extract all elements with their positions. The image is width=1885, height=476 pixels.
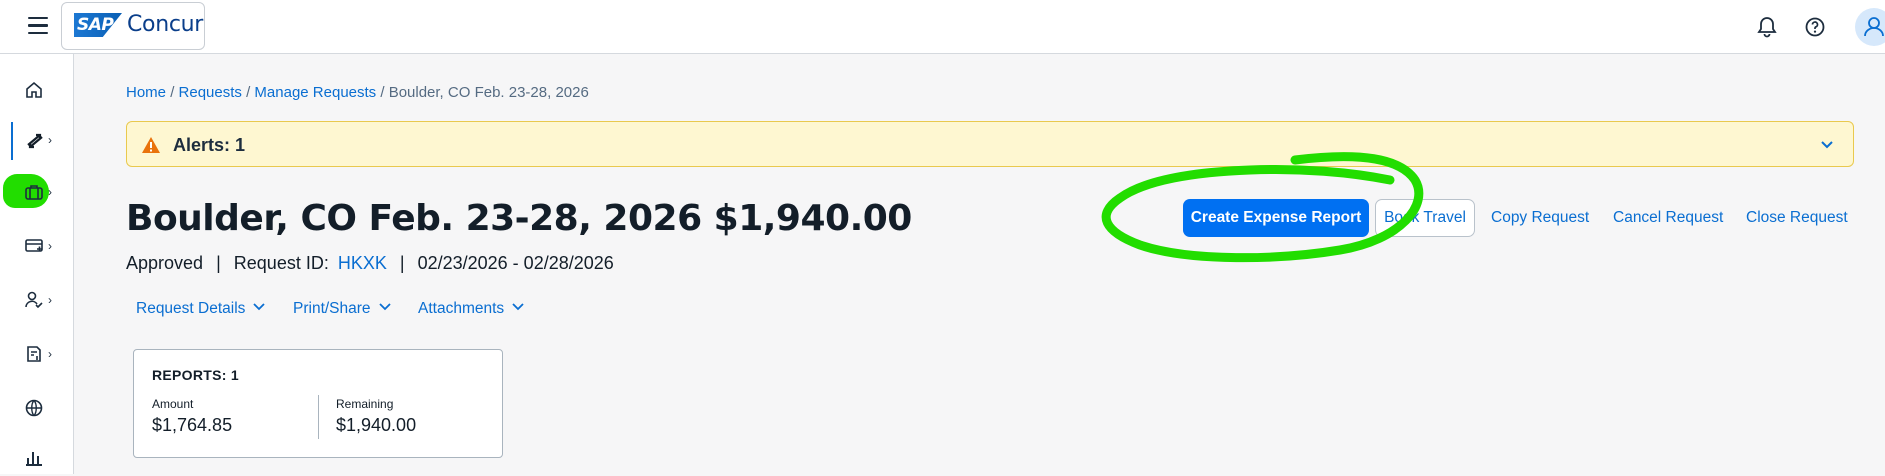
active-indicator [11, 122, 13, 160]
reports-card[interactable]: REPORTS: 1 Amount $1,764.85 Remaining $1… [133, 349, 503, 458]
bell-icon[interactable] [1754, 14, 1780, 40]
sidebar-item-reporting[interactable] [14, 442, 62, 476]
breadcrumb-separator: / [380, 84, 385, 101]
tab-attachments[interactable]: Attachments [418, 300, 524, 318]
sidebar-item-home[interactable] [14, 74, 62, 108]
close-request-button[interactable]: Close Request [1746, 199, 1848, 237]
concur-logo-text: Concur [127, 12, 204, 37]
top-header: SAP Concur [0, 0, 1885, 54]
user-icon[interactable] [1855, 8, 1885, 46]
sidebar-item-globe[interactable] [14, 392, 62, 426]
sidebar-item-requests[interactable]: › [14, 124, 62, 158]
chevron-right-icon: › [48, 347, 52, 361]
breadcrumb-separator: / [170, 84, 175, 101]
breadcrumb-current: Boulder, CO Feb. 23-28, 2026 [388, 84, 589, 101]
chevron-right-icon: › [48, 293, 52, 307]
request-dates: 02/23/2026 - 02/28/2026 [417, 253, 614, 273]
invoice-icon [27, 346, 41, 362]
tab-request-details[interactable]: Request Details [136, 300, 266, 318]
app-logo[interactable]: SAP Concur [61, 2, 205, 50]
chevron-down-icon [512, 303, 524, 311]
reporting-icon [26, 452, 42, 466]
help-icon[interactable] [1802, 14, 1828, 40]
amount-label: Amount [152, 397, 194, 411]
reports-card-title: REPORTS: 1 [152, 367, 240, 383]
chevron-right-icon: › [48, 239, 52, 253]
warning-icon [142, 137, 160, 153]
sidebar-item-invoice[interactable]: › [14, 338, 62, 372]
breadcrumb: Home / Requests / Manage Requests / Boul… [126, 84, 589, 101]
tab-label: Request Details [136, 300, 246, 317]
menu-icon[interactable] [28, 17, 48, 35]
sidebar-item-expense[interactable]: › [14, 230, 62, 264]
tab-label: Attachments [418, 300, 505, 317]
breadcrumb-home[interactable]: Home [126, 84, 166, 101]
breadcrumb-separator: / [246, 84, 251, 101]
sidebar-item-approvals[interactable]: › [14, 284, 62, 318]
remaining-label: Remaining [336, 397, 394, 411]
tab-label: Print/Share [293, 300, 371, 317]
sidebar-item-travel[interactable]: › [14, 176, 62, 210]
request-status: Approved [126, 253, 204, 273]
remaining-value: $1,940.00 [336, 415, 417, 435]
breadcrumb-manage-requests[interactable]: Manage Requests [254, 84, 376, 101]
home-icon [26, 81, 42, 98]
copy-request-button[interactable]: Copy Request [1491, 199, 1589, 237]
chevron-right-icon: › [48, 133, 52, 147]
approvals-user-icon [25, 291, 43, 309]
globe-icon [25, 399, 43, 417]
chevron-down-icon [253, 303, 266, 311]
create-expense-report-button[interactable]: Create Expense Report [1183, 199, 1369, 237]
travel-briefcase-icon [25, 185, 43, 200]
tab-print-share[interactable]: Print/Share [293, 300, 391, 318]
cancel-request-button[interactable]: Cancel Request [1613, 199, 1723, 237]
chevron-right-icon: › [48, 185, 52, 199]
breadcrumb-requests[interactable]: Requests [179, 84, 242, 101]
alerts-banner[interactable]: Alerts: 1 [126, 121, 1854, 167]
chevron-down-icon[interactable] [1819, 136, 1835, 152]
book-travel-button[interactable]: Book Travel [1375, 199, 1475, 237]
expense-card-icon [25, 239, 43, 252]
side-navigation: › › › › › [0, 54, 74, 474]
request-id-label: Request ID: [233, 253, 329, 273]
alerts-label: Alerts: 1 [173, 135, 246, 155]
page-title: Boulder, CO Feb. 23-28, 2026 $1,940.00 [126, 198, 912, 239]
request-meta: Approved | Request ID: HKXK | 02/23/2026… [126, 253, 614, 273]
request-id-link[interactable]: HKXK [338, 253, 387, 273]
amount-value: $1,764.85 [152, 415, 233, 435]
requests-icon [27, 133, 43, 149]
card-divider [318, 395, 319, 439]
chevron-down-icon [378, 303, 391, 311]
sap-logo-mark: SAP [74, 13, 122, 37]
